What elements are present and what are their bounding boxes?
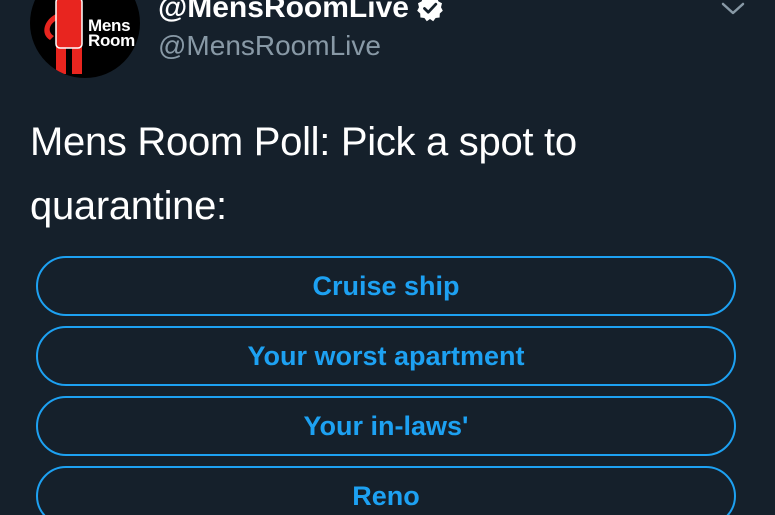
display-name[interactable]: @MensRoomLive xyxy=(158,0,409,25)
user-handle[interactable]: @MensRoomLive xyxy=(158,30,381,62)
poll-option-button[interactable]: Your worst apartment xyxy=(36,326,736,386)
poll-option-button[interactable]: Cruise ship xyxy=(36,256,736,316)
poll-option-label: Your worst apartment xyxy=(247,340,525,371)
poll-option-label: Cruise ship xyxy=(312,270,460,301)
avatar-logo-text-line2: Room xyxy=(88,31,135,50)
poll-option-button[interactable]: Your in-laws' xyxy=(36,396,736,456)
poll-option-label: Your in-laws' xyxy=(303,410,469,441)
avatar[interactable]: Mens Room xyxy=(30,0,140,78)
tweet-text: Mens Room Poll: Pick a spot to quarantin… xyxy=(30,120,577,228)
chevron-down-icon[interactable] xyxy=(720,0,746,18)
verified-badge-icon xyxy=(417,0,443,22)
poll-option-button[interactable]: Reno xyxy=(36,466,736,515)
poll-option-label: Reno xyxy=(352,480,420,511)
display-name-row[interactable]: @MensRoomLive xyxy=(158,0,444,25)
tweet-card: Mens Room @MensRoomLive @MensRoomLive Me… xyxy=(0,0,775,515)
